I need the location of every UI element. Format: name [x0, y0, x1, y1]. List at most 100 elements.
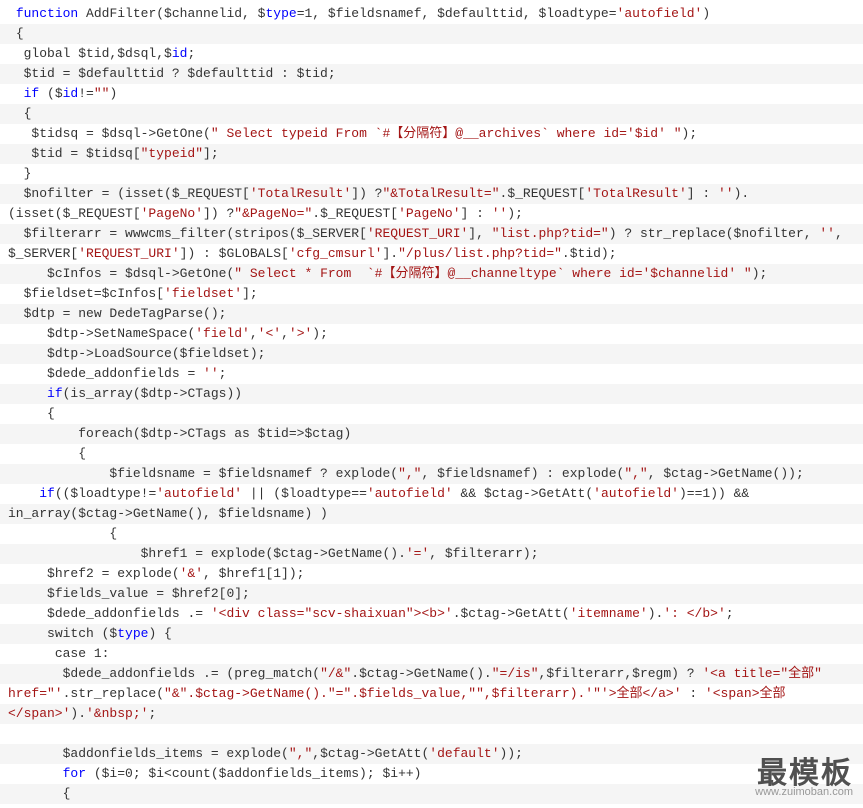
string-token: 'REQUEST_URI' — [78, 246, 179, 261]
text-token: != — [78, 86, 94, 101]
text-token: $fieldset=$cInfos[ — [24, 286, 164, 301]
text-token: { — [109, 526, 117, 541]
keyword-token: for — [63, 766, 86, 781]
text-token: .$_REQUEST[ — [312, 206, 398, 221]
string-token: "&PageNo=" — [234, 206, 312, 221]
text-token: { — [16, 26, 24, 41]
text-token: $dtp = new DedeTagParse(); — [24, 306, 227, 321]
text-token: .$_REQUEST[ — [500, 186, 586, 201]
text-token: case 1: — [55, 646, 110, 661]
string-token: 'PageNo' — [398, 206, 460, 221]
code-line: $filterarr = wwwcms_filter(stripos($_SER… — [0, 224, 863, 244]
text-token: ($i=0; $i<count($addonfields_items); $i+… — [86, 766, 421, 781]
text-token: $addonfields_items = explode( — [63, 746, 289, 761]
keyword-token: if — [24, 86, 40, 101]
code-line: { — [0, 444, 863, 464]
string-token: "" — [94, 86, 110, 101]
keyword-token: type — [265, 6, 296, 21]
text-token: ; — [219, 366, 227, 381]
text-token: ]) ? — [351, 186, 382, 201]
keyword-token: function — [16, 6, 78, 21]
string-token: "," — [624, 466, 647, 481]
string-token: '' — [203, 366, 219, 381]
string-token: '<div class="scv-shaixuan"><b>' — [211, 606, 453, 621]
text-token: global $tid,$dsql,$ — [24, 46, 172, 61]
string-token: 'TotalResult' — [250, 186, 351, 201]
text-token: ) { — [148, 626, 171, 641]
text-token: ) ? str_replace($nofilter, — [609, 226, 820, 241]
keyword-token: id — [172, 46, 188, 61]
code-line: $dede_addonfields = ''; — [0, 364, 863, 384]
string-token: '' — [492, 206, 508, 221]
string-token: '>全部</a>' — [601, 686, 682, 701]
string-token: '<a title="全部" — [702, 666, 829, 681]
text-token: ]. — [382, 246, 398, 261]
code-line: global $tid,$dsql,$id; — [0, 44, 863, 64]
text-token: )); — [500, 746, 523, 761]
string-token: 'autofield' — [593, 486, 679, 501]
code-line: switch ($type) { — [0, 624, 863, 644]
text-token: { — [78, 446, 86, 461]
text-token: $tid = $defaulttid ? $defaulttid : $tid; — [24, 66, 336, 81]
code-line: if(is_array($dtp->CTags)) — [0, 384, 863, 404]
string-token: 'autofield' — [617, 6, 703, 21]
string-token: '' — [819, 226, 835, 241]
string-token: 'fieldset' — [164, 286, 242, 301]
code-line: { — [0, 24, 863, 44]
text-token: ). — [734, 186, 750, 201]
keyword-token: if — [47, 386, 63, 401]
text-token: ] : — [461, 206, 492, 221]
text-token: $tidsq = $dsql->GetOne( — [31, 126, 210, 141]
string-token: href="' — [8, 686, 63, 701]
text-token: ], — [468, 226, 491, 241]
text-token: $href2 = explode( — [47, 566, 180, 581]
text-token: , — [281, 326, 289, 341]
text-token: ); — [312, 326, 328, 341]
text-token: , $href1[1]); — [203, 566, 304, 581]
string-token: 'itemname' — [570, 606, 648, 621]
code-line: { — [0, 404, 863, 424]
text-token: $dede_addonfields = — [47, 366, 203, 381]
string-token: "list.php?tid=" — [492, 226, 609, 241]
text-token: $fields_value = $href2[0]; — [47, 586, 250, 601]
string-token: 'default' — [429, 746, 499, 761]
text-token: .$tid); — [562, 246, 617, 261]
code-line: (isset($_REQUEST['PageNo']) ?"&PageNo=".… — [0, 204, 863, 224]
string-token: "," — [398, 466, 421, 481]
text-token: ]; — [242, 286, 258, 301]
string-token: '&nbsp;' — [86, 706, 148, 721]
code-line: $dtp = new DedeTagParse(); — [0, 304, 863, 324]
text-token: ]) ? — [203, 206, 234, 221]
code-line: $fieldset=$cInfos['fieldset']; — [0, 284, 863, 304]
string-token: '<' — [258, 326, 281, 341]
code-line: { — [0, 104, 863, 124]
string-token: '>' — [289, 326, 312, 341]
text-token: , $filterarr); — [429, 546, 538, 561]
string-token: '=' — [406, 546, 429, 561]
string-token: "&".$ctag->GetName()."=".$fields_value,"… — [164, 686, 601, 701]
string-token: </span>' — [8, 706, 70, 721]
text-token: ,$ctag->GetAtt( — [312, 746, 429, 761]
text-token: )==1)) && — [679, 486, 757, 501]
text-token: , $ctag->GetName()); — [648, 466, 804, 481]
text-token: ) — [702, 6, 710, 21]
keyword-token: id — [63, 86, 79, 101]
code-line: href="'.str_replace("&".$ctag->GetName()… — [0, 684, 863, 704]
string-token: "typeid" — [141, 146, 203, 161]
text-token: =1, $fieldsnamef, $defaulttid, $loadtype… — [297, 6, 617, 21]
code-line: } — [0, 164, 863, 184]
text-token: ; — [148, 706, 156, 721]
text-token: $href1 = explode($ctag->GetName(). — [141, 546, 406, 561]
text-token: ); — [682, 126, 698, 141]
keyword-token: if — [39, 486, 55, 501]
keyword-token: type — [117, 626, 148, 641]
text-token: switch ($ — [47, 626, 117, 641]
code-line: $dtp->LoadSource($fieldset); — [0, 344, 863, 364]
string-token: 'cfg_cmsurl' — [289, 246, 383, 261]
code-line: case 1: — [0, 644, 863, 664]
text-token: { — [63, 786, 71, 801]
text-token: ]) : $GLOBALS[ — [180, 246, 289, 261]
text-token: in_array($ctag->GetName(), $fieldsname) … — [8, 506, 328, 521]
text-token: $dede_addonfields .= — [47, 606, 211, 621]
code-line: { — [0, 784, 863, 804]
